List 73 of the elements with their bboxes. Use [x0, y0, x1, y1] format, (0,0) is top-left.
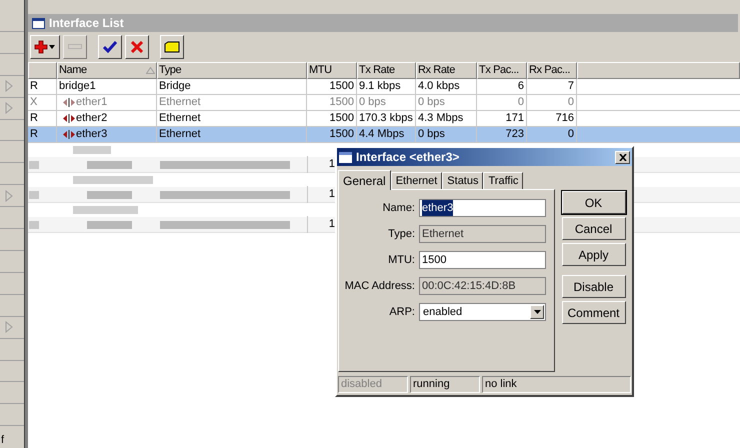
- redacted-text: [29, 190, 39, 198]
- status-text: disabled: [338, 376, 408, 393]
- table-cell: Ethernet: [157, 127, 307, 143]
- readonly-field: Ethernet: [419, 225, 546, 243]
- redacted-text: [87, 190, 132, 198]
- dialog-title: Interface <ether3>: [356, 149, 460, 166]
- menu-item[interactable]: [0, 338, 24, 360]
- column-header[interactable]: MTU: [307, 62, 357, 79]
- redacted-text: [73, 146, 111, 154]
- table-cell: R: [28, 127, 57, 143]
- column-header[interactable]: [28, 62, 57, 79]
- x-icon: [131, 41, 143, 53]
- menu-item[interactable]: [0, 316, 24, 339]
- dialog-button[interactable]: Cancel: [562, 217, 626, 240]
- minus-icon: [68, 43, 82, 51]
- table-row[interactable]: R bridge1 Bridge 1500 9.1 kbps 4.0 kbps 6 7: [28, 79, 740, 95]
- arp-dropdown[interactable]: enabled: [419, 303, 546, 321]
- dialog-button[interactable]: Comment: [562, 301, 626, 324]
- close-button[interactable]: [615, 150, 630, 164]
- tab[interactable]: Ethernet: [390, 172, 442, 189]
- tab[interactable]: Traffic: [483, 172, 524, 189]
- table-cell: 0: [527, 127, 577, 143]
- ethernet-icon: [63, 98, 75, 107]
- field-label: MTU:: [387, 252, 416, 268]
- window-icon: [339, 152, 352, 162]
- field-label: MAC Address:: [344, 278, 416, 294]
- tab[interactable]: Status: [442, 172, 484, 189]
- tab[interactable]: General: [338, 170, 391, 190]
- redacted-text: [29, 160, 39, 168]
- redacted-text: [87, 160, 132, 168]
- note-icon: [164, 41, 180, 53]
- check-icon: [103, 41, 117, 53]
- column-header[interactable]: Tx Pac...: [477, 62, 527, 79]
- comment-button[interactable]: [160, 35, 184, 59]
- column-header[interactable]: Tx Rate: [357, 62, 416, 79]
- readonly-field: 00:0C:42:15:4D:8B: [419, 277, 546, 295]
- column-header[interactable]: Rx Pac...: [527, 62, 577, 79]
- input-field[interactable]: 1500: [419, 251, 546, 269]
- dialog-button[interactable]: OK: [562, 191, 626, 214]
- field-label: Name:: [382, 200, 416, 216]
- menu-item[interactable]: [0, 76, 24, 98]
- redacted-text: [87, 220, 132, 228]
- plus-icon: [34, 40, 56, 54]
- column-header[interactable]: Type: [157, 62, 307, 79]
- ethernet-icon: [63, 114, 75, 123]
- window-icon: [32, 18, 45, 28]
- column-header[interactable]: Rx Rate: [416, 62, 477, 79]
- window-title: Interface List: [49, 15, 124, 32]
- redacted-text: [73, 206, 138, 214]
- table-cell: 0 bps: [416, 127, 477, 143]
- field-label: ARP:: [388, 304, 416, 320]
- table-cell: 4.4 Mbps: [357, 127, 416, 143]
- add-button[interactable]: [30, 35, 60, 59]
- menu-item[interactable]: [0, 98, 24, 120]
- table-cell: 723: [477, 127, 527, 143]
- close-icon: [618, 154, 626, 160]
- dialog-button[interactable]: Disable: [562, 275, 626, 298]
- table-row[interactable]: R ether2 Ethernet 1500 170.3 kbps 4.3 Mbps 171 716: [28, 111, 740, 127]
- menu-item[interactable]: [0, 120, 24, 142]
- enable-button[interactable]: [98, 35, 122, 59]
- table-row[interactable]: R ether3 Ethernet 1500 4.4 Mbps 0 bps 723 0: [28, 127, 740, 143]
- menu-item[interactable]: [0, 360, 24, 382]
- input-field[interactable]: ether3: [419, 199, 546, 217]
- table-cell: ether3: [57, 127, 157, 143]
- field-label: Type:: [387, 226, 416, 242]
- disable-button[interactable]: [125, 35, 149, 59]
- dialog-button[interactable]: Apply: [562, 243, 626, 266]
- status-text: running: [410, 376, 480, 393]
- table-cell: 1500: [307, 127, 357, 143]
- status-text: no link: [482, 376, 631, 393]
- redacted-text: [29, 220, 39, 228]
- column-header[interactable]: Name: [57, 62, 157, 79]
- ethernet-icon: [63, 130, 75, 139]
